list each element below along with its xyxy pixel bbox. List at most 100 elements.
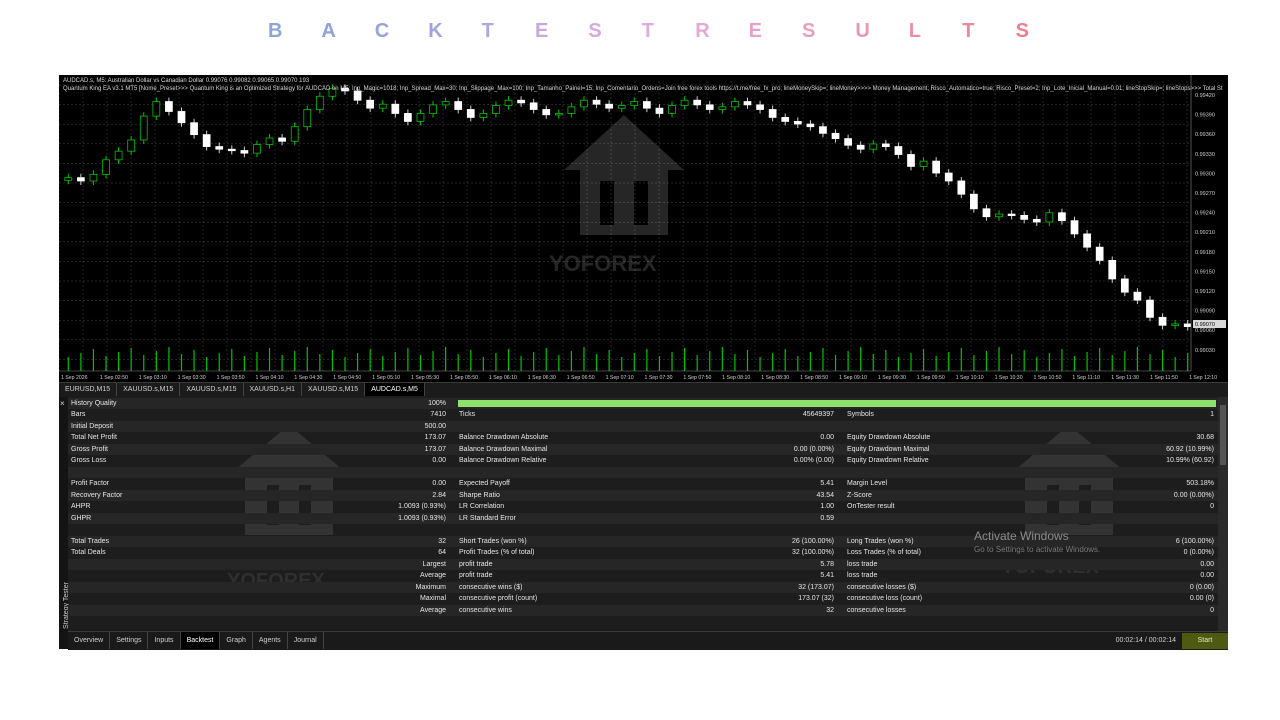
stat-label: profit trade bbox=[459, 560, 493, 568]
candle bbox=[970, 190, 978, 213]
stat-value: 0 bbox=[1210, 606, 1214, 614]
stat-value: 43.54 bbox=[816, 491, 834, 499]
title-letter: S bbox=[1015, 20, 1029, 42]
candle bbox=[404, 109, 412, 126]
candle bbox=[64, 173, 73, 185]
stat-label: consecutive loss (count) bbox=[847, 595, 923, 602]
time-tick: 1 Sep 07:10 bbox=[606, 375, 634, 381]
candle bbox=[592, 96, 601, 109]
tester-tab[interactable]: Settings bbox=[110, 632, 149, 649]
stat-label: Gross Profit bbox=[71, 445, 108, 453]
candle bbox=[743, 97, 752, 109]
price-tick: 0.99420 bbox=[1195, 93, 1215, 99]
stat-value: 26 (100.00%) bbox=[791, 537, 834, 545]
candle bbox=[190, 118, 198, 139]
price-tick: 0.99300 bbox=[1195, 171, 1215, 177]
title-letter: C bbox=[374, 20, 390, 42]
candle bbox=[429, 100, 437, 118]
candle bbox=[1133, 288, 1142, 305]
title-letter: R bbox=[695, 20, 710, 42]
candle bbox=[844, 134, 852, 150]
symbol-tab[interactable]: EURUSD,M15 bbox=[59, 383, 118, 396]
terminal-window: YOFOREX 0.99420 0.99390 0.99360 0.99330 0.993… bbox=[59, 75, 1228, 650]
candle bbox=[240, 146, 249, 158]
stat-label: profit trade bbox=[459, 572, 493, 579]
chart-symbol-line: AUDCAD.s, M5: Australian Dollar vs Canad… bbox=[63, 78, 310, 84]
time-tick: 1 Sep 08:30 bbox=[761, 375, 789, 381]
symbol-tab[interactable]: XAUUSD.s,M15 bbox=[302, 383, 366, 396]
stats-row: Gross Profit 173.07 Balance Drawdown Maxim… bbox=[68, 443, 1218, 455]
candle bbox=[366, 96, 375, 113]
tester-tab[interactable]: Overview bbox=[68, 632, 111, 649]
stat-value: 64 bbox=[438, 549, 446, 556]
candle bbox=[315, 92, 324, 114]
candle bbox=[77, 173, 85, 185]
chart-info: AUDCAD.s, M5: Australian Dollar vs Canad… bbox=[63, 78, 1223, 92]
candle bbox=[416, 109, 425, 126]
stat-label: Total Trades bbox=[71, 537, 110, 545]
stat-label: Loss Trades (% of total) bbox=[847, 549, 921, 556]
candle bbox=[227, 145, 236, 155]
price-tick: 0.99360 bbox=[1195, 132, 1215, 138]
candle bbox=[995, 210, 1003, 221]
history-quality-label: History Quality bbox=[71, 400, 117, 407]
scroll-thumb[interactable] bbox=[1220, 405, 1226, 465]
tester-tab[interactable]: Agents bbox=[253, 632, 288, 649]
stat-value: 5.41 bbox=[820, 572, 834, 579]
activate-windows-title: Activate Windows bbox=[974, 529, 1069, 543]
symbol-tab[interactable]: XAUUSD.s,H1 bbox=[244, 383, 303, 396]
stat-value: 32 bbox=[826, 606, 834, 614]
stats-row: GHPR 1.0093 (0.93%) LR Standard Error 0.59 bbox=[68, 512, 1218, 524]
stats-row: Profit Factor 0.00 Expected Payoff 5.41 Marg… bbox=[68, 478, 1218, 489]
stat-label: Equity Drawdown Absolute bbox=[847, 434, 931, 441]
stat-value: 0.00 (0) bbox=[1189, 595, 1214, 602]
tester-tab[interactable]: Backtest bbox=[180, 632, 221, 649]
candle bbox=[856, 141, 865, 154]
time-tick: 1 Sep 09:10 bbox=[839, 375, 867, 381]
symbol-tab[interactable]: AUDCAD.s,M5 bbox=[365, 383, 425, 396]
time-tick: 1 Sep 03:50 bbox=[217, 375, 245, 381]
candle bbox=[391, 100, 400, 118]
candle bbox=[768, 105, 777, 122]
candle bbox=[919, 157, 928, 171]
time-tick: 1 Sep 07:50 bbox=[683, 375, 711, 381]
stat-value: 0.59 bbox=[820, 514, 834, 522]
tester-tab[interactable]: Journal bbox=[288, 632, 324, 649]
tester-tab[interactable]: Graph bbox=[220, 632, 253, 649]
symbol-tab[interactable]: XAUUSD.s,M15 bbox=[117, 383, 181, 396]
stats-row bbox=[68, 466, 1218, 478]
time-tick: 1 Sep 04:30 bbox=[294, 375, 322, 381]
price-tick: 0.99060 bbox=[1195, 328, 1215, 334]
price-tick: 0.99210 bbox=[1195, 230, 1215, 236]
tester-tab[interactable]: Inputs bbox=[148, 632, 181, 649]
time-tick: 1 Sep 02:50 bbox=[100, 375, 128, 381]
price-tick: 0.99180 bbox=[1195, 250, 1215, 256]
symbol-tab[interactable]: XAUUSD.s,M15 bbox=[180, 383, 244, 396]
history-quality-bar bbox=[458, 400, 1216, 407]
stat-value: 503.18% bbox=[1186, 480, 1214, 487]
stat-value: 5.78 bbox=[820, 560, 834, 568]
price-tick: 0.99150 bbox=[1195, 269, 1215, 275]
candle bbox=[1032, 215, 1041, 226]
time-tick: 1 Sep 10:30 bbox=[995, 375, 1023, 381]
stat-label: Balance Drawdown Relative bbox=[459, 457, 547, 464]
candle bbox=[152, 97, 161, 121]
time-tick: 1 Sep 05:30 bbox=[411, 375, 439, 381]
stat-label: Short Trades (won %) bbox=[459, 537, 527, 545]
title-letter: E bbox=[535, 20, 549, 42]
time-axis: 1 Sep 2026 1 Sep 02:50 1 Sep 03:10 1 Sep 03… bbox=[59, 370, 1217, 381]
price-axis: 0.99420 0.99390 0.99360 0.99330 0.99300 0.992… bbox=[1190, 75, 1228, 382]
tester-scrollbar[interactable] bbox=[1218, 397, 1228, 631]
title-letter: E bbox=[748, 20, 762, 42]
time-tick: 1 Sep 11:30 bbox=[1111, 375, 1139, 381]
stat-label: consecutive wins bbox=[459, 606, 512, 614]
stat-value: 6 (100.00%) bbox=[1175, 537, 1214, 545]
stat-label: consecutive profit (count) bbox=[459, 595, 538, 602]
tester-bottom-bar: Overview Settings Inputs Backtest Graph Agent… bbox=[68, 631, 1228, 650]
price-chart[interactable]: YOFOREX 0.99420 0.99390 0.99360 0.99330 0.993… bbox=[59, 75, 1228, 382]
time-tick: 1 Sep 04:10 bbox=[256, 375, 284, 381]
start-button[interactable]: Start bbox=[1182, 633, 1228, 649]
time-tick: 1 Sep 10:50 bbox=[1034, 375, 1062, 381]
candle bbox=[605, 100, 613, 113]
house-logo-icon bbox=[564, 115, 684, 235]
